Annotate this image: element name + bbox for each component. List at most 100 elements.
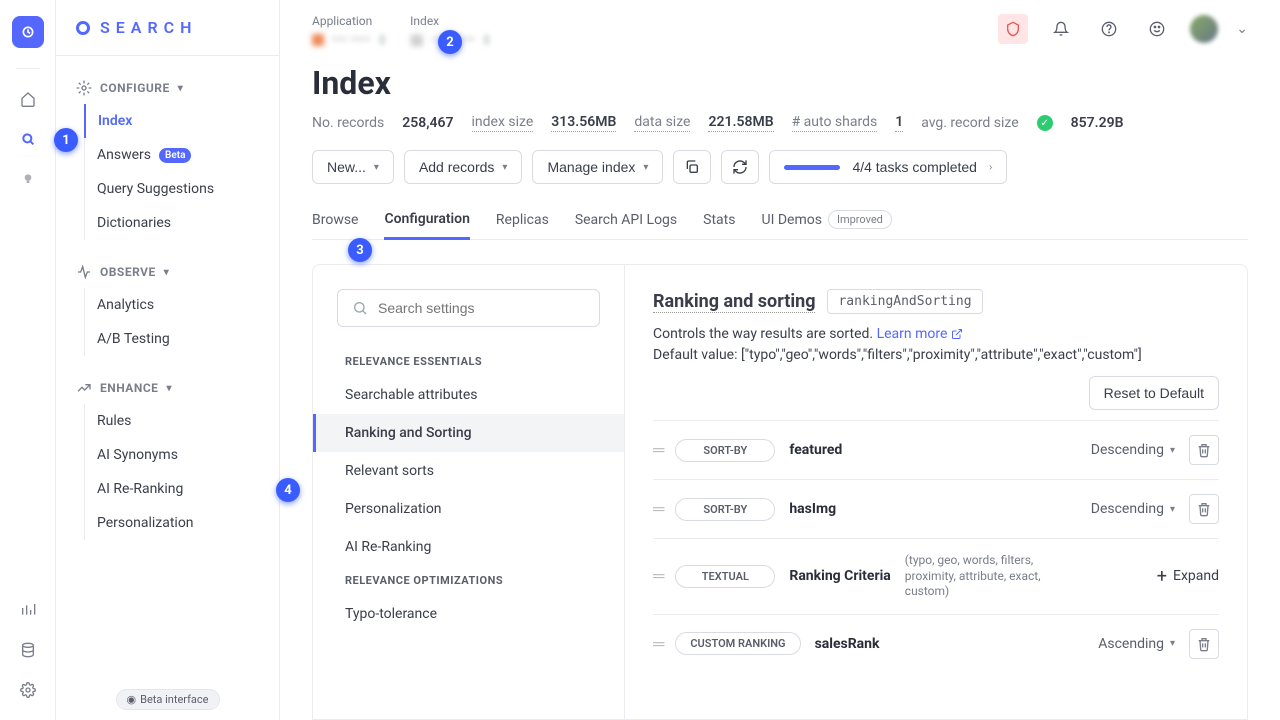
- tab-search-api-logs[interactable]: Search API Logs: [575, 202, 677, 238]
- chevron-down-icon: ▾: [164, 267, 170, 278]
- chart-icon[interactable]: [18, 600, 38, 620]
- search-settings[interactable]: [337, 289, 600, 327]
- home-icon[interactable]: [18, 89, 38, 109]
- stats-row: No. records 258,467 index size 313.56MB …: [312, 114, 1248, 132]
- avatar[interactable]: [1190, 15, 1218, 43]
- sidebar-item-analytics[interactable]: Analytics: [85, 288, 279, 322]
- chevron-down-icon: ▾: [166, 383, 172, 394]
- cat-typo-tolerance[interactable]: Typo-tolerance: [313, 595, 624, 633]
- search-settings-input[interactable]: [378, 300, 585, 316]
- main: Application ••• ••••▲▼ Index ▤••• •••••▲…: [280, 0, 1280, 720]
- settings-icon[interactable]: [18, 680, 38, 700]
- rule-tag: SORT-BY: [675, 498, 775, 521]
- feedback-icon[interactable]: [1142, 14, 1172, 44]
- drag-handle-icon[interactable]: ═: [653, 566, 661, 586]
- new-button[interactable]: New...▾: [312, 150, 394, 184]
- drag-handle-icon[interactable]: ═: [653, 440, 661, 460]
- expand-button[interactable]: +Expand: [1157, 566, 1219, 587]
- improved-badge: Improved: [828, 210, 892, 229]
- section-observe[interactable]: OBSERVE ▾: [56, 256, 279, 288]
- delete-button[interactable]: [1189, 629, 1219, 659]
- delete-button[interactable]: [1189, 494, 1219, 524]
- search-nav-icon[interactable]: [18, 129, 38, 149]
- sidebar-item-rules[interactable]: Rules: [85, 404, 279, 438]
- sidebar-item-ai-reranking[interactable]: AI Re-Ranking: [85, 472, 279, 506]
- marker-3: 3: [348, 238, 372, 262]
- tab-stats[interactable]: Stats: [703, 202, 735, 238]
- sidebar-item-personalization[interactable]: Personalization: [85, 506, 279, 540]
- tab-ui-demos[interactable]: UI Demos Improved: [761, 200, 891, 239]
- direction-select[interactable]: Descending▾: [1091, 442, 1175, 458]
- cat-relevance-optimizations: RELEVANCE OPTIMIZATIONS: [313, 566, 624, 595]
- rule-tag: TEXTUAL: [675, 565, 775, 588]
- direction-select[interactable]: Ascending▾: [1098, 636, 1175, 652]
- index-size-label[interactable]: index size: [472, 114, 534, 132]
- tab-replicas[interactable]: Replicas: [496, 202, 549, 238]
- rule-name: featured: [789, 442, 842, 458]
- refresh-button[interactable]: [721, 150, 759, 184]
- shield-icon[interactable]: [998, 14, 1028, 44]
- direction-select[interactable]: Descending▾: [1091, 501, 1175, 517]
- sidebar-item-answers[interactable]: Answers Beta: [85, 138, 279, 172]
- default-value: Default value: ["typo","geo","words","fi…: [653, 345, 1219, 366]
- beta-interface-toggle[interactable]: ◉Beta interface: [116, 689, 220, 710]
- bulb-icon[interactable]: [18, 169, 38, 189]
- sidebar-item-index[interactable]: Index: [84, 104, 279, 138]
- help-icon[interactable]: [1094, 14, 1124, 44]
- rule-row: ═ TEXTUAL Ranking Criteria (typo, geo, w…: [653, 538, 1219, 614]
- drag-handle-icon[interactable]: ═: [653, 634, 661, 654]
- application-selector[interactable]: Application ••• ••••▲▼: [312, 14, 386, 48]
- sidebar-item-abtesting[interactable]: A/B Testing: [85, 322, 279, 356]
- page-title: Index: [312, 64, 1248, 102]
- sidebar-item-dictionaries[interactable]: Dictionaries: [85, 206, 279, 240]
- settings-nav: RELEVANCE ESSENTIALS Searchable attribut…: [313, 265, 625, 719]
- copy-button[interactable]: [673, 150, 711, 184]
- sidebar-item-ai-synonyms[interactable]: AI Synonyms: [85, 438, 279, 472]
- cat-ai-reranking[interactable]: AI Re-Ranking: [313, 528, 624, 566]
- rule-row: ═ SORT-BY hasImg Descending▾: [653, 479, 1219, 538]
- tasks-button[interactable]: 4/4 tasks completed ›: [769, 150, 1007, 184]
- settings-body: Ranking and sorting rankingAndSorting Co…: [625, 265, 1247, 719]
- marker-1: 1: [54, 128, 78, 152]
- user-menu-chevron[interactable]: ⌄: [1236, 21, 1248, 37]
- rule-name: salesRank: [815, 636, 880, 652]
- check-icon: ✓: [1037, 115, 1053, 131]
- tab-browse[interactable]: Browse: [312, 202, 358, 238]
- setting-name: Ranking and sorting: [653, 291, 815, 313]
- tabs: Browse Configuration Replicas Search API…: [312, 200, 1248, 240]
- sidebar-item-query-suggestions[interactable]: Query Suggestions: [85, 172, 279, 206]
- reset-to-default-button[interactable]: Reset to Default: [1089, 376, 1219, 410]
- add-records-button[interactable]: Add records▾: [404, 150, 523, 184]
- rule-name: Ranking Criteria: [789, 568, 890, 584]
- delete-button[interactable]: [1189, 435, 1219, 465]
- database-icon[interactable]: [18, 640, 38, 660]
- rule-name: hasImg: [789, 501, 836, 517]
- rule-row: ═ SORT-BY featured Descending▾: [653, 420, 1219, 479]
- rule-sub: (typo, geo, words, filters, proximity, a…: [905, 553, 1075, 600]
- data-size-label[interactable]: data size: [634, 114, 690, 132]
- rule-row: ═ CUSTOM RANKING salesRank Ascending▾: [653, 614, 1219, 673]
- section-enhance[interactable]: ENHANCE ▾: [56, 372, 279, 404]
- sidebar: SEARCH CONFIGURE ▾ Index Answers Beta Qu…: [56, 0, 280, 720]
- tab-configuration[interactable]: Configuration: [384, 201, 469, 240]
- cat-relevance-essentials: RELEVANCE ESSENTIALS: [313, 347, 624, 376]
- cat-searchable-attributes[interactable]: Searchable attributes: [313, 376, 624, 414]
- beta-badge: Beta: [159, 148, 191, 163]
- cat-relevant-sorts[interactable]: Relevant sorts: [313, 452, 624, 490]
- cat-ranking-sorting[interactable]: Ranking and Sorting: [313, 414, 624, 452]
- search-icon: [352, 300, 368, 316]
- bell-icon[interactable]: [1046, 14, 1076, 44]
- cat-personalization[interactable]: Personalization: [313, 490, 624, 528]
- progress-bar: [784, 165, 840, 170]
- section-configure[interactable]: CONFIGURE ▾: [56, 72, 279, 104]
- manage-index-button[interactable]: Manage index▾: [532, 150, 663, 184]
- learn-more-link[interactable]: Learn more: [877, 326, 963, 342]
- shards-label[interactable]: # auto shards: [792, 114, 878, 132]
- brand-logo[interactable]: [12, 16, 44, 48]
- setting-code: rankingAndSorting: [827, 289, 982, 314]
- rule-tag: CUSTOM RANKING: [675, 632, 800, 655]
- product-label: SEARCH: [100, 18, 197, 37]
- topbar: Application ••• ••••▲▼ Index ▤••• •••••▲…: [280, 0, 1280, 48]
- rule-tag: SORT-BY: [675, 439, 775, 462]
- drag-handle-icon[interactable]: ═: [653, 499, 661, 519]
